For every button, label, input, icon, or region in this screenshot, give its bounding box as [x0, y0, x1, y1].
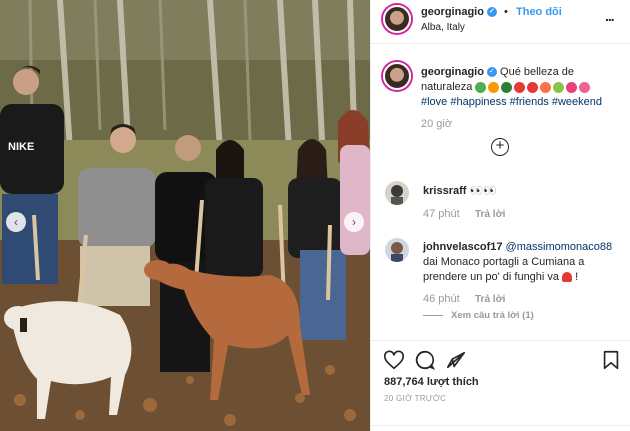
post-caption: georginagio ✓ Qué belleza de naturaleza #… [421, 65, 621, 110]
likes-count[interactable]: 887,764 lượt thích [384, 376, 479, 388]
caption-emoji-icon [566, 81, 578, 93]
comment-text: 👀👀 [469, 185, 497, 197]
photo-illustration: NIKE [0, 0, 370, 431]
mushroom-emoji-icon [562, 272, 573, 283]
nike-logo-text: NIKE [8, 141, 34, 153]
add-comment-divider [371, 425, 630, 426]
heart-icon[interactable] [383, 349, 405, 371]
post-sidebar: georginagio ✓ • Theo dõi Alba, Italy ... … [370, 0, 630, 431]
caption-emoji-icon [501, 81, 513, 93]
view-replies-button[interactable]: Xem câu trả lời (1) [423, 310, 534, 321]
comment-avatar[interactable] [385, 238, 409, 262]
post-header: georginagio ✓ • Theo dõi Alba, Italy ... [371, 0, 630, 44]
post-location[interactable]: Alba, Italy [421, 22, 465, 33]
comment-avatar[interactable] [385, 181, 409, 205]
post-actions: 887,764 lượt thích 20 GIỜ TRƯỚC [371, 340, 630, 431]
caption-emoji-icon [540, 81, 552, 93]
caption-username[interactable]: georginagio [421, 66, 484, 78]
comment-icon[interactable] [414, 349, 436, 371]
view-replies-line [423, 314, 443, 316]
post-timestamp: 20 GIỜ TRƯỚC [384, 394, 447, 403]
caption-emoji-icon [475, 81, 487, 93]
caption-emojis [475, 81, 592, 93]
caption-emoji-icon [514, 81, 526, 93]
caption-emoji-icon [579, 81, 591, 93]
share-icon[interactable] [445, 349, 467, 371]
reply-button[interactable]: Trả lời [475, 209, 505, 220]
follow-button[interactable]: Theo dõi [516, 6, 562, 18]
comment-time: 47 phút [423, 208, 460, 220]
caption-emoji-icon [488, 81, 500, 93]
caption-hashtags[interactable]: #love #happiness #friends #weekend [421, 96, 602, 108]
verified-badge-icon: ✓ [486, 7, 497, 18]
comment-text: dai Monaco portagli a Cumiana a prendere… [423, 256, 585, 283]
load-more-comments-icon[interactable]: + [491, 138, 509, 156]
caption-emoji-icon [553, 81, 565, 93]
comment-johnvelascof17: johnvelascof17 @massimomonaco88 dai Mona… [423, 241, 613, 283]
header-separator: • [504, 6, 508, 18]
author-avatar[interactable] [383, 5, 411, 33]
comment-mention[interactable]: @massimomonaco88 [506, 241, 613, 253]
caption-emoji-icon [527, 81, 539, 93]
comment-username[interactable]: krissraff [423, 185, 466, 197]
view-replies-label[interactable]: Xem câu trả lời (1) [451, 310, 534, 321]
bookmark-icon[interactable] [600, 349, 622, 371]
reply-button[interactable]: Trả lời [475, 294, 505, 305]
comment-krissraff: krissraff 👀👀 [423, 184, 623, 199]
author-username-text[interactable]: georginagio [421, 6, 484, 18]
post-photo: NIKE ‹ › [0, 0, 370, 431]
comment-username[interactable]: johnvelascof17 [423, 241, 502, 253]
comment-time: 46 phút [423, 293, 460, 305]
more-options-icon[interactable]: ... [605, 8, 615, 24]
next-photo-button[interactable]: › [344, 212, 364, 232]
caption-time: 20 giờ [421, 118, 453, 130]
previous-photo-button[interactable]: ‹ [6, 212, 26, 232]
author-username[interactable]: georginagio ✓ [421, 6, 497, 18]
caption-verified-badge-icon: ✓ [486, 67, 497, 78]
caption-avatar[interactable] [383, 62, 411, 90]
